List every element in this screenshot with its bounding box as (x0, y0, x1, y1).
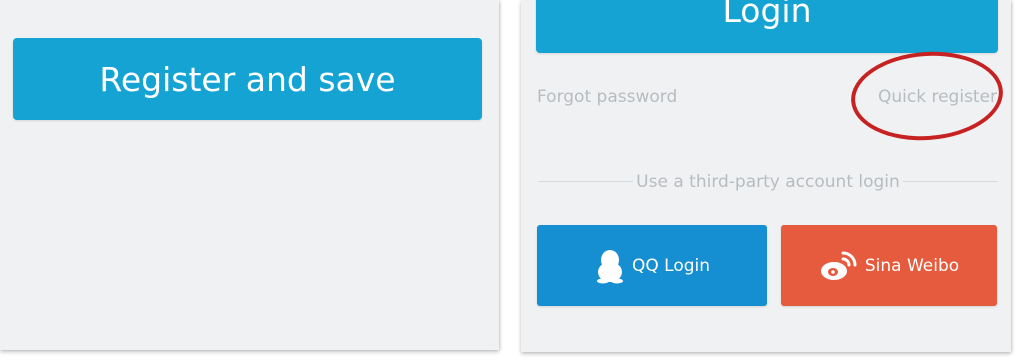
qq-penguin-icon (594, 248, 626, 284)
qq-login-label: QQ Login (631, 255, 711, 276)
qq-login-button[interactable]: QQ Login (537, 225, 767, 306)
sina-weibo-button[interactable]: Sina Weibo (781, 225, 997, 306)
register-and-save-button[interactable]: Register and save (13, 38, 482, 120)
login-label: Login (722, 0, 812, 30)
sina-weibo-label: Sina Weibo (864, 255, 960, 276)
divider-line-right (903, 181, 998, 182)
register-panel: Register and save (0, 0, 499, 350)
login-panel: Login Forgot password Quick register Use… (521, 0, 1011, 352)
register-and-save-label: Register and save (99, 59, 396, 99)
forgot-password-link[interactable]: Forgot password (537, 87, 677, 107)
annotation-circle (848, 46, 1006, 146)
third-party-login-text: Use a third-party account login (636, 172, 900, 192)
divider-line-left (538, 181, 633, 182)
login-button[interactable]: Login (536, 0, 998, 53)
weibo-icon (819, 249, 859, 283)
